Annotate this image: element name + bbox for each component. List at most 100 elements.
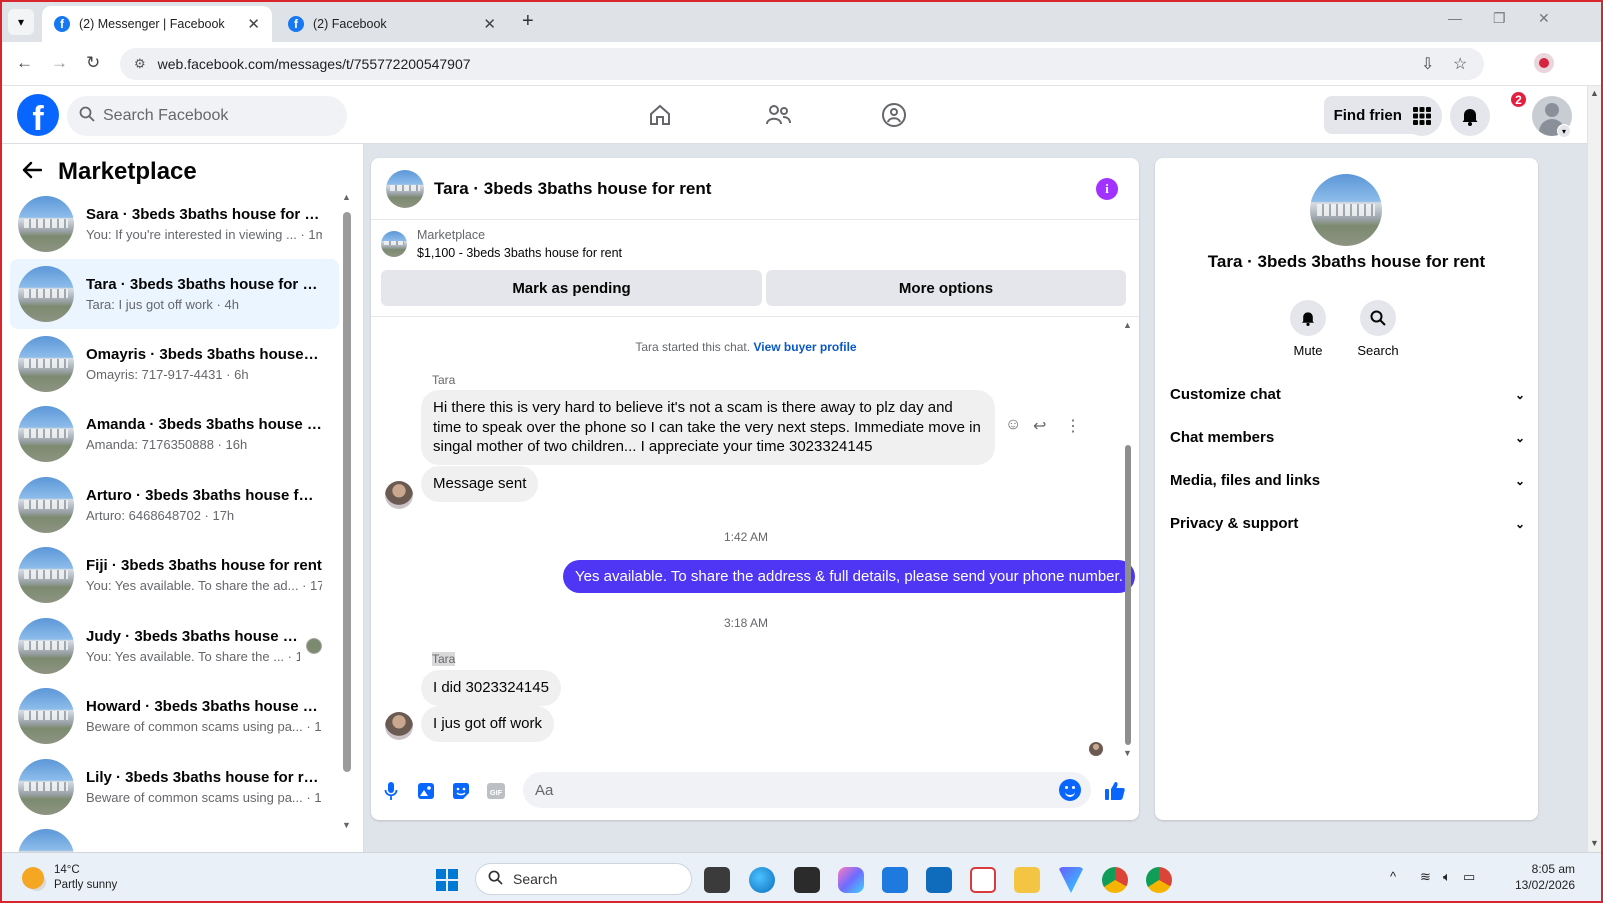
profile-listing-image[interactable] (1310, 174, 1382, 246)
chrome-icon[interactable] (1102, 867, 1128, 893)
chrome-profile-icon[interactable] (1146, 867, 1172, 893)
media-files-links-section[interactable]: Media, files and links ⌄ (1170, 472, 1525, 489)
mark-as-pending-button[interactable]: Mark as pending (381, 270, 762, 306)
volume-icon[interactable]: 🔈︎ (1443, 869, 1451, 885)
account-chevron-down-icon[interactable]: ▾ (1557, 124, 1571, 138)
scroll-down-icon[interactable]: ▼ (342, 820, 351, 830)
reload-icon[interactable]: ↻ (86, 53, 100, 73)
facebook-favicon-icon: f (54, 16, 70, 32)
chat-members-section[interactable]: Chat members ⌄ (1170, 429, 1525, 446)
microsoft-store-icon[interactable] (882, 867, 908, 893)
sender-avatar[interactable] (385, 481, 413, 509)
view-buyer-profile-link[interactable]: View buyer profile (753, 340, 856, 354)
conversation-list-scrollbar[interactable]: ▲ ▼ (342, 192, 352, 832)
emoji-icon[interactable] (1059, 779, 1081, 801)
weather-widget[interactable]: 14°C Partly sunny (22, 863, 117, 893)
back-arrow-icon[interactable] (22, 158, 43, 186)
conversation-item[interactable]: Judy · 3beds 3baths house for... You: Yes… (10, 611, 339, 681)
new-tab-icon[interactable]: + (522, 10, 534, 33)
install-app-icon[interactable]: ⇩ (1421, 54, 1434, 74)
chat-scrollbar[interactable]: ▲ ▼ (1123, 320, 1133, 760)
more-options-button[interactable]: More options (766, 270, 1126, 306)
home-icon[interactable] (646, 101, 674, 129)
restore-icon[interactable]: ❐ (1493, 10, 1506, 27)
close-window-icon[interactable]: ✕ (1538, 10, 1550, 27)
conversation-item-active[interactable]: Tara · 3beds 3baths house for rent Tara: … (10, 259, 339, 329)
conversation-item[interactable]: Howard · 3beds 3baths house fo... Beware … (10, 681, 339, 751)
edge-browser-icon[interactable] (749, 867, 775, 893)
battery-icon[interactable]: ▭ (1463, 869, 1475, 885)
taskbar-search-input[interactable]: Search (475, 863, 692, 895)
tab-messenger[interactable]: f (2) Messenger | Facebook ✕ (42, 6, 272, 42)
scroll-down-icon[interactable]: ▼ (1590, 838, 1599, 848)
tab-facebook[interactable]: f (2) Facebook ✕ (276, 6, 508, 42)
microphone-icon[interactable] (380, 780, 402, 802)
privacy-support-section[interactable]: Privacy & support ⌄ (1170, 515, 1525, 532)
incoming-message[interactable]: Hi there this is very hard to believe it… (421, 390, 995, 465)
conversation-item[interactable]: Amanda · 3beds 3baths house f... Amanda: … (10, 399, 339, 469)
menu-grid-icon[interactable] (1402, 96, 1442, 136)
incoming-message[interactable]: Message sent (421, 466, 539, 502)
groups-icon[interactable] (880, 101, 908, 129)
search-in-chat-button[interactable]: Search (1357, 300, 1399, 358)
chrome-profile-avatar[interactable] (1534, 53, 1554, 73)
address-bar[interactable]: ⚙ web.facebook.com/messages/t/7557722005… (120, 48, 1484, 80)
vpn-app-icon[interactable] (1058, 867, 1084, 893)
tray-chevron-up-icon[interactable]: ^ (1390, 869, 1396, 884)
gif-icon[interactable]: GIF (485, 780, 507, 802)
outgoing-message[interactable]: Yes available. To share the address & fu… (563, 560, 1135, 593)
scroll-up-icon[interactable]: ▲ (342, 192, 351, 202)
system-clock[interactable]: 8:05 am 13/02/2026 (1497, 861, 1575, 893)
listing-summary[interactable]: Marketplace $1,100 - 3beds 3baths house … (381, 228, 622, 260)
conversation-item[interactable]: Fiji · 3beds 3baths house for rent You: Y… (10, 540, 339, 610)
mute-button[interactable]: Mute (1288, 300, 1328, 358)
close-tab-icon[interactable]: ✕ (483, 15, 496, 33)
scroll-up-icon[interactable]: ▲ (1590, 88, 1599, 98)
incoming-message[interactable]: I jus got off work (421, 706, 554, 742)
react-emoji-icon[interactable]: ☺ (1005, 416, 1021, 434)
more-actions-icon[interactable]: ⋮ (1065, 416, 1081, 436)
notifications-bell-icon[interactable] (1450, 96, 1490, 136)
copilot-icon[interactable] (838, 867, 864, 893)
snipping-tool-icon[interactable] (970, 867, 996, 893)
scroll-thumb[interactable] (1125, 445, 1131, 745)
conversation-item-partial[interactable] (10, 822, 339, 852)
scroll-down-icon[interactable]: ▼ (1123, 748, 1132, 758)
chat-listing-thumbnail[interactable] (386, 169, 424, 208)
info-icon[interactable]: i (1096, 178, 1118, 200)
tab-search-chevron-icon[interactable]: ▾ (8, 9, 34, 35)
page-scrollbar[interactable]: ▲ ▼ (1588, 86, 1603, 852)
windows-start-icon[interactable] (436, 869, 458, 891)
task-view-icon[interactable] (704, 867, 730, 893)
file-explorer-icon[interactable] (1014, 867, 1040, 893)
facebook-search-input[interactable]: Search Facebook (67, 96, 347, 136)
chat-header: Tara · 3beds 3baths house for rent i (371, 158, 1139, 220)
incoming-message[interactable]: I did 3023324145 (421, 670, 561, 706)
sticker-icon[interactable] (450, 780, 472, 802)
forward-icon[interactable]: → (51, 53, 68, 73)
conversation-item[interactable]: Arturo · 3beds 3baths house for ... Artur… (10, 470, 339, 540)
outlook-icon[interactable] (926, 867, 952, 893)
bookmark-star-icon[interactable]: ☆ (1453, 54, 1467, 74)
conversation-item[interactable]: Omayris · 3beds 3baths house f... Omayris… (10, 329, 339, 399)
back-icon[interactable]: ← (16, 53, 33, 73)
sticky-notes-icon[interactable] (794, 867, 820, 893)
facebook-logo-icon[interactable]: f (17, 94, 59, 136)
site-info-icon[interactable]: ⚙ (134, 56, 146, 72)
scroll-thumb[interactable] (343, 212, 351, 772)
thumbs-up-icon[interactable] (1104, 780, 1126, 802)
reply-icon[interactable]: ↩ (1033, 416, 1046, 436)
chat-title[interactable]: Tara · 3beds 3baths house for rent (434, 179, 711, 199)
sender-avatar[interactable] (385, 712, 413, 740)
friends-icon[interactable] (764, 101, 792, 129)
customize-chat-section[interactable]: Customize chat ⌄ (1170, 386, 1525, 403)
photo-icon[interactable] (415, 780, 437, 802)
scroll-up-icon[interactable]: ▲ (1123, 320, 1132, 330)
minimize-icon[interactable]: — (1448, 10, 1462, 26)
close-tab-icon[interactable]: ✕ (247, 15, 260, 33)
wifi-icon[interactable]: ≋ (1420, 869, 1431, 885)
conversation-item[interactable]: Sara · 3beds 3baths house for rent You: I… (10, 189, 339, 259)
conversation-item[interactable]: Lily · 3beds 3baths house for rent Beware… (10, 752, 339, 822)
message-input[interactable]: Aa (523, 772, 1091, 808)
timestamp: 3:18 AM (723, 616, 769, 630)
